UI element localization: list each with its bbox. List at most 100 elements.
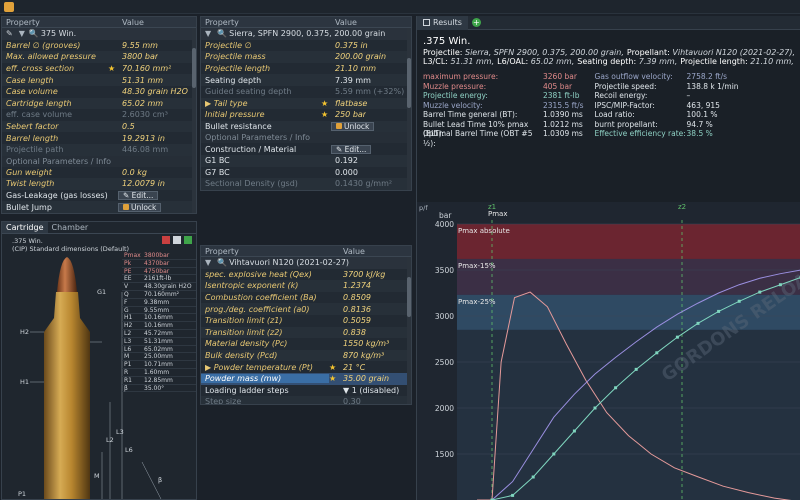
projectile-property-value[interactable]: Unlock [331,122,375,132]
powder-property-row[interactable]: Powder mass (mw) ★ 35.00 grain [201,372,411,385]
cartridge-property-row[interactable]: Cartridge length 65.02 mm [2,97,196,110]
cartridge-property-value[interactable]: 19.2913 in [118,134,165,143]
powder-property-value[interactable]: 0.8136 [339,305,371,314]
favorite-star-icon[interactable]: ★ [329,363,339,372]
projectile-property-row[interactable]: ▶ Tail type ★ flatbase [201,97,411,110]
cartridge-property-value[interactable]: 0.5 [118,122,135,131]
cartridge-property-value[interactable]: 70.160 mm² [118,64,171,73]
projectile-property-row[interactable]: Projectile ∅ 0.375 in [201,40,411,52]
cartridge-property-value[interactable]: 9.55 mm [118,41,158,50]
powder-property-row[interactable]: Bulk density (Pcd) 870 kg/m³ [201,349,411,362]
projectile-property-value[interactable]: 7.39 mm [331,76,371,85]
powder-property-value[interactable]: 0.5059 [339,316,371,325]
cartridge-property-value[interactable]: 3800 bar [118,52,158,61]
projectile-property-value[interactable]: 0.375 in [331,41,368,50]
projectile-property-value[interactable]: flatbase [331,99,367,108]
projectile-property-row[interactable]: Projectile length 21.10 mm [201,63,411,75]
excel-icon[interactable] [184,236,192,244]
projectile-option-value[interactable]: ✎ Edit... [331,144,372,154]
projectile-option-row[interactable]: G7 BC 0.000 [201,167,411,179]
cartridge-option-value[interactable]: Unlock [118,202,162,212]
powder-select[interactable]: Vihtavuori N120 (2021-02-27) [229,258,349,267]
tab-chamber[interactable]: Chamber [48,222,93,233]
favorite-star-icon[interactable]: ★ [108,64,118,73]
scrollbar[interactable] [407,28,411,190]
projectile-property-row[interactable]: Projectile mass 200.00 grain [201,51,411,63]
cartridge-option-row[interactable]: Twist length 12.0079 in [2,178,196,190]
cartridge-property-row[interactable]: eff. case volume 2.6030 cm³ [2,109,196,121]
scrollbar[interactable] [407,257,411,404]
cartridge-property-value[interactable]: 48.30 grain H2O [118,87,188,96]
chevron-down-icon[interactable]: ▼ [201,258,211,267]
powder-property-value[interactable]: 1.2374 [339,281,371,290]
powder-property-value[interactable]: 3700 kJ/kg [339,270,385,279]
add-tab-button[interactable]: + [471,18,481,27]
projectile-option-row[interactable]: Construction / Material ✎ Edit... [201,143,411,155]
projectile-select-row[interactable]: ▼ 🔍 Sierra, SPFN 2900, 0.375, 200.00 gra… [201,28,411,40]
powder-property-value[interactable]: 870 kg/m³ [339,351,384,360]
projectile-property-row[interactable]: Guided seating depth 5.59 mm (+32%) [201,86,411,98]
projectile-property-row[interactable]: Initial pressure ★ 250 bar [201,109,411,121]
cartridge-property-value[interactable]: 65.02 mm [118,99,163,108]
powder-property-row[interactable]: Transition limit (z2) 0.838 [201,326,411,339]
powder-property-row[interactable]: Step size 0.30 [201,396,411,404]
scrollbar[interactable] [192,28,196,213]
cartridge-option-value[interactable]: ✎ Edit... [118,191,159,201]
projectile-property-value[interactable]: 200.00 grain [331,52,386,61]
wrench-icon[interactable]: ✎ [2,29,13,38]
favorite-star-icon[interactable]: ★ [329,374,339,383]
powder-property-value[interactable]: 21 °C [339,363,365,372]
projectile-select[interactable]: Sierra, SPFN 2900, 0.375, 200.00 grain [229,29,385,38]
cartridge-property-row[interactable]: Projectile path 446.08 mm [2,143,196,156]
projectile-property-row[interactable]: Bullet resistance Unlock [201,120,411,133]
powder-property-row[interactable]: prog./deg. coefficient (a0) 0.8136 [201,303,411,315]
chevron-down-icon[interactable]: ▼ [19,29,25,38]
cartridge-select[interactable]: 375 Win. [41,29,76,38]
projectile-property-value[interactable]: 5.59 mm (+32%) [331,87,404,96]
projectile-property-row[interactable]: Seating depth 7.39 mm [201,74,411,86]
cartridge-property-value[interactable]: 446.08 mm [118,145,168,154]
chevron-down-icon[interactable]: ▼ [201,29,211,38]
cartridge-property-row[interactable]: eff. cross section ★ 70.160 mm² [2,63,196,75]
projectile-option-value[interactable]: 0.192 [331,156,358,165]
powder-select-row[interactable]: ▼ 🔍 Vihtavuori N120 (2021-02-27) [201,257,411,269]
favorite-star-icon[interactable]: ★ [321,110,331,119]
cartridge-property-row[interactable]: Barrel ∅ (grooves) 9.55 mm [2,40,196,52]
powder-property-row[interactable]: Loading ladder steps ▼ 1 (disabled) [201,385,411,397]
cartridge-property-row[interactable]: Case length 51.31 mm [2,74,196,86]
cartridge-option-value[interactable]: 12.0079 in [118,179,165,188]
cartridge-option-row[interactable]: Gas-Leakage (gas losses) ✎ Edit... [2,190,196,202]
powder-property-value[interactable]: 0.838 [339,328,366,337]
powder-property-value[interactable]: 35.00 grain [339,374,389,383]
projectile-property-value[interactable]: 250 bar [331,110,366,119]
cartridge-property-row[interactable]: Max. allowed pressure 3800 bar [2,51,196,63]
tab-results[interactable]: Results [417,15,468,30]
cartridge-option-row[interactable]: Bullet Jump Unlock [2,201,196,213]
projectile-option-row[interactable]: G1 BC 0.192 [201,154,411,167]
cartridge-property-row[interactable]: Sebert factor 0.5 [2,120,196,133]
cartridge-property-row[interactable]: Case volume 48.30 grain H2O [2,86,196,98]
image-icon[interactable] [173,236,181,244]
powder-property-value[interactable]: 0.30 [339,397,361,404]
cartridge-property-value[interactable]: 2.6030 cm³ [118,110,168,119]
powder-property-row[interactable]: Isentropic exponent (k) 1.2374 [201,280,411,292]
cartridge-option-value[interactable]: 0.0 kg [118,168,147,177]
export-pdf-icon[interactable] [162,236,170,244]
tab-cartridge[interactable]: Cartridge [2,222,48,233]
powder-property-row[interactable]: Transition limit (z1) 0.5059 [201,315,411,327]
projectile-option-value[interactable]: 0.1430 g/mm² [331,179,392,188]
cartridge-property-value[interactable]: 51.31 mm [118,76,163,85]
app-logo-icon[interactable] [4,2,14,12]
projectile-option-value[interactable]: 0.000 [331,168,358,177]
powder-property-row[interactable]: Material density (Pc) 1550 kg/m³ [201,338,411,350]
powder-property-row[interactable]: ▶ Powder temperature (Pt) ★ 21 °C [201,361,411,373]
powder-property-value[interactable]: 0.8509 [339,293,371,302]
projectile-property-value[interactable]: 21.10 mm [331,64,376,73]
cartridge-select-row[interactable]: ✎ ▼ 🔍 375 Win. [2,28,196,40]
powder-property-row[interactable]: spec. explosive heat (Qex) 3700 kJ/kg [201,269,411,281]
powder-property-value[interactable]: ▼ 1 (disabled) [339,386,399,395]
cartridge-property-row[interactable]: Barrel length 19.2913 in [2,132,196,144]
powder-property-value[interactable]: 1550 kg/m³ [339,339,389,348]
cartridge-option-row[interactable]: Gun weight 0.0 kg [2,167,196,179]
favorite-star-icon[interactable]: ★ [321,99,331,108]
